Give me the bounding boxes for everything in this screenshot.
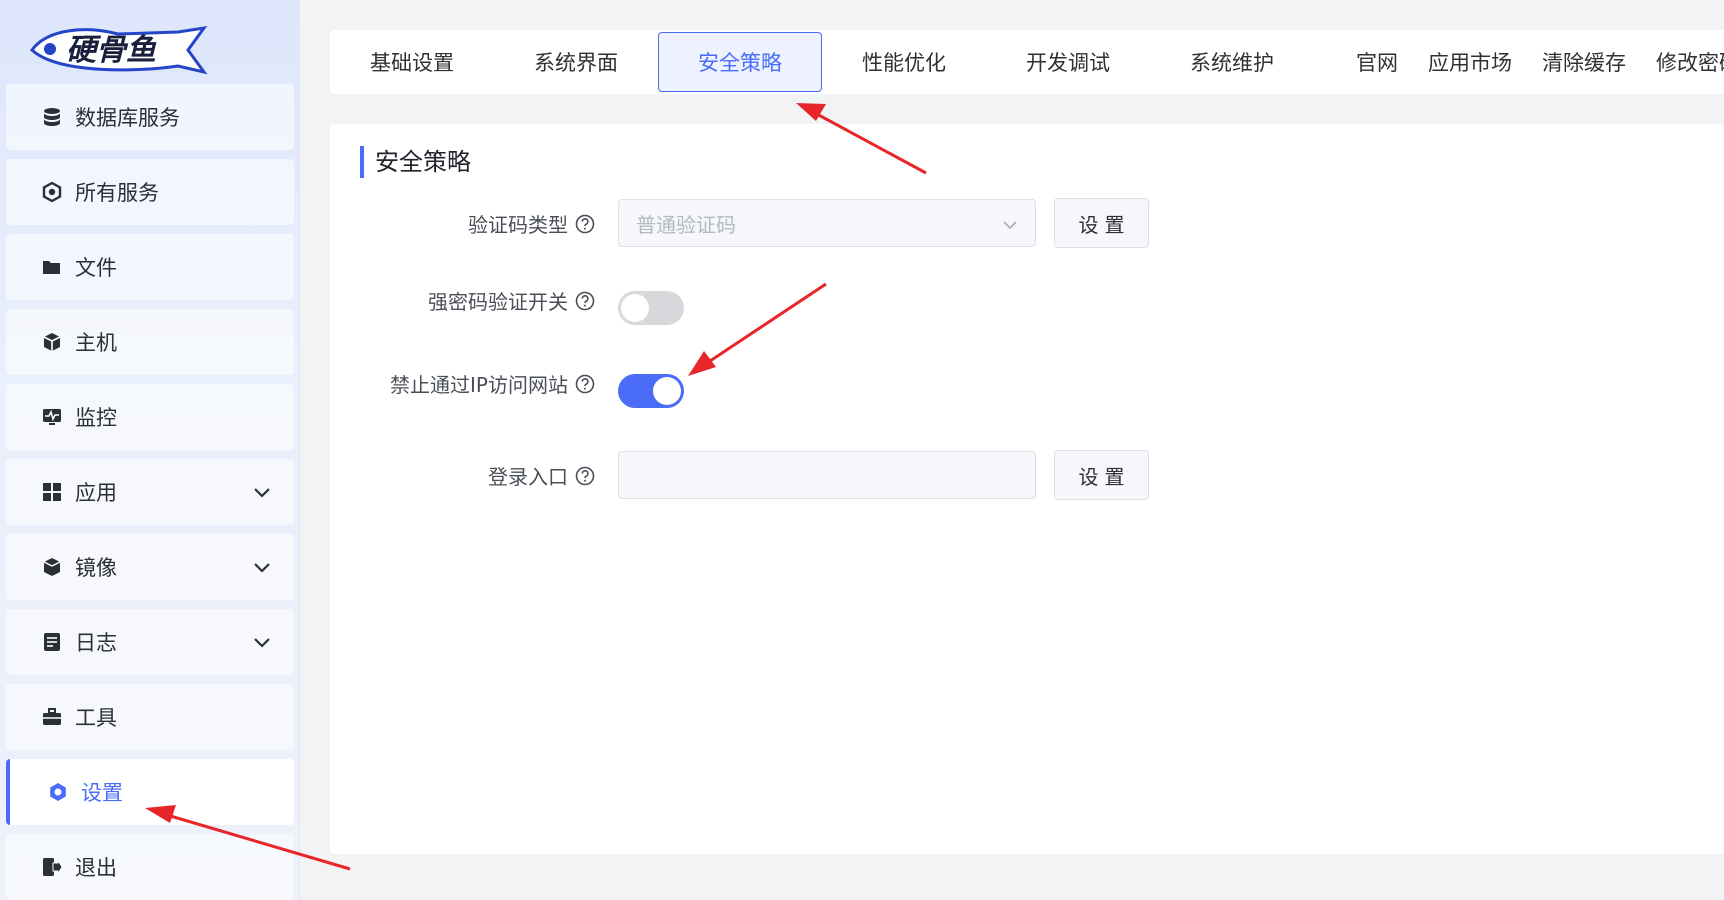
login-entry-input[interactable] bbox=[618, 451, 1036, 499]
database-icon bbox=[41, 106, 63, 128]
toolbox-icon bbox=[41, 706, 63, 728]
security-policy-panel: 安全策略 验证码类型 普通验证码 设置 强密码验证开关 禁止通过IP访问网站 登… bbox=[330, 124, 1724, 854]
help-circle-icon[interactable] bbox=[575, 374, 595, 394]
folder-icon bbox=[41, 256, 63, 278]
login-entry-set-button[interactable]: 设置 bbox=[1054, 450, 1149, 500]
sidebar-item-apps[interactable]: 应用 bbox=[6, 459, 294, 525]
logo-text: 硬骨鱼 bbox=[66, 33, 157, 68]
sidebar-item-logout[interactable]: 退出 bbox=[6, 834, 294, 900]
login-entry-label: 登录入口 bbox=[488, 461, 595, 490]
link-change-password[interactable]: 修改密码 bbox=[1656, 32, 1724, 92]
section-title: 安全策略 bbox=[360, 146, 471, 178]
tab-security-policy[interactable]: 安全策略 bbox=[658, 32, 822, 92]
sidebar: 硬骨鱼 数据库服务 所有服务 文件 主机 监控 应用 镜像 日志 工具 设置 退… bbox=[0, 0, 300, 900]
sidebar-item-label: 镜像 bbox=[75, 556, 117, 580]
sidebar-item-label: 数据库服务 bbox=[75, 106, 180, 130]
captcha-type-value: 普通验证码 bbox=[636, 212, 736, 237]
captcha-type-label: 验证码类型 bbox=[468, 209, 595, 238]
sidebar-item-files[interactable]: 文件 bbox=[6, 234, 294, 300]
tab-performance[interactable]: 性能优化 bbox=[822, 32, 986, 92]
sidebar-item-label: 工具 bbox=[75, 706, 117, 730]
apps-grid-icon bbox=[41, 481, 63, 503]
host-icon bbox=[41, 331, 63, 353]
chevron-down-icon[interactable] bbox=[252, 557, 272, 577]
block-ip-access-label: 禁止通过IP访问网站 bbox=[390, 369, 595, 398]
strong-password-label: 强密码验证开关 bbox=[428, 286, 595, 315]
log-icon bbox=[41, 631, 63, 653]
logout-icon bbox=[41, 856, 63, 878]
block-ip-access-toggle[interactable] bbox=[618, 374, 684, 408]
sidebar-item-database[interactable]: 数据库服务 bbox=[6, 84, 294, 150]
sidebar-item-tools[interactable]: 工具 bbox=[6, 684, 294, 750]
sidebar-item-host[interactable]: 主机 bbox=[6, 309, 294, 375]
sidebar-item-label: 设置 bbox=[81, 781, 123, 805]
captcha-type-label-text: 验证码类型 bbox=[468, 213, 568, 237]
link-clear-cache[interactable]: 清除缓存 bbox=[1542, 32, 1626, 92]
sidebar-item-label: 监控 bbox=[75, 406, 117, 430]
help-circle-icon[interactable] bbox=[575, 214, 595, 234]
image-cube-icon bbox=[41, 556, 63, 578]
gear-icon bbox=[47, 781, 69, 803]
strong-password-toggle[interactable] bbox=[618, 291, 684, 325]
tab-system-maintenance[interactable]: 系统维护 bbox=[1150, 32, 1314, 92]
brand-logo[interactable]: 硬骨鱼 bbox=[28, 22, 210, 76]
tab-basic-settings[interactable]: 基础设置 bbox=[330, 32, 494, 92]
login-entry-label-text: 登录入口 bbox=[488, 465, 568, 489]
sidebar-item-label: 应用 bbox=[75, 481, 117, 505]
tab-system-ui[interactable]: 系统界面 bbox=[494, 32, 658, 92]
sidebar-item-label: 主机 bbox=[75, 331, 117, 355]
captcha-type-select[interactable]: 普通验证码 bbox=[618, 199, 1036, 247]
toggle-knob bbox=[621, 294, 649, 322]
settings-tab-bar: 基础设置 系统界面 安全策略 性能优化 开发调试 系统维护 官网 应用市场 清除… bbox=[330, 30, 1724, 94]
link-official-site[interactable]: 官网 bbox=[1356, 32, 1398, 92]
link-app-market[interactable]: 应用市场 bbox=[1428, 32, 1512, 92]
sidebar-item-label: 日志 bbox=[75, 631, 117, 655]
sidebar-item-label: 文件 bbox=[75, 256, 117, 280]
monitor-icon bbox=[41, 406, 63, 428]
chevron-down-icon[interactable] bbox=[252, 632, 272, 652]
chevron-down-icon bbox=[1001, 215, 1019, 233]
sidebar-item-label: 退出 bbox=[75, 856, 117, 880]
sidebar-item-all-services[interactable]: 所有服务 bbox=[6, 159, 294, 225]
sidebar-item-images[interactable]: 镜像 bbox=[6, 534, 294, 600]
sidebar-item-logs[interactable]: 日志 bbox=[6, 609, 294, 675]
help-circle-icon[interactable] bbox=[575, 291, 595, 311]
chevron-down-icon[interactable] bbox=[252, 482, 272, 502]
sidebar-item-settings[interactable]: 设置 bbox=[6, 759, 294, 825]
strong-password-label-text: 强密码验证开关 bbox=[428, 290, 568, 314]
sidebar-item-label: 所有服务 bbox=[75, 181, 159, 205]
block-ip-access-label-text: 禁止通过IP访问网站 bbox=[390, 373, 568, 397]
sidebar-item-monitor[interactable]: 监控 bbox=[6, 384, 294, 450]
toggle-knob bbox=[653, 377, 681, 405]
help-circle-icon[interactable] bbox=[575, 466, 595, 486]
captcha-set-button[interactable]: 设置 bbox=[1054, 198, 1149, 248]
services-icon bbox=[41, 181, 63, 203]
tab-dev-debug[interactable]: 开发调试 bbox=[986, 32, 1150, 92]
